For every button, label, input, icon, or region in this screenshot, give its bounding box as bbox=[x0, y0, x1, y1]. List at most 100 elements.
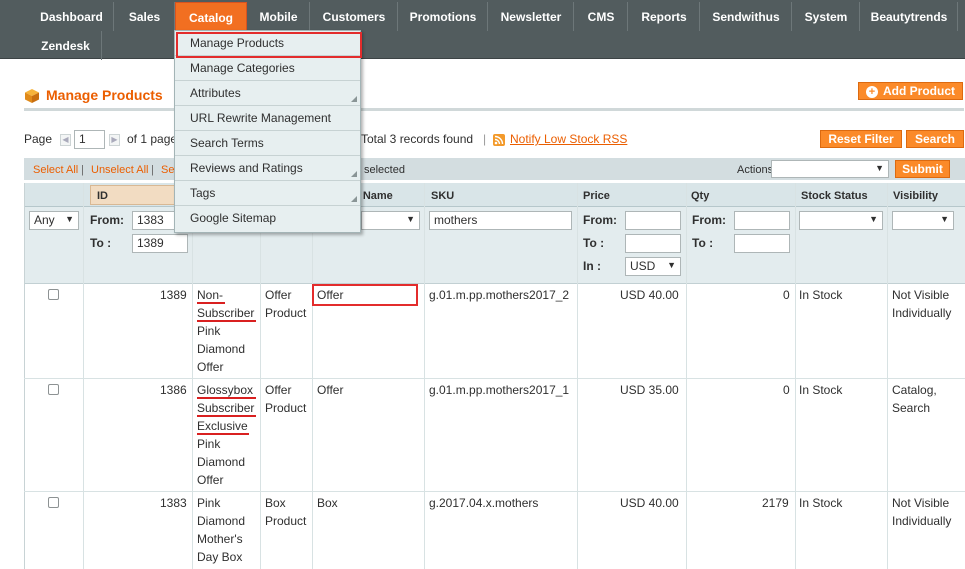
search-button[interactable]: Search bbox=[906, 130, 964, 148]
nav-beautytrends[interactable]: Beautytrends bbox=[861, 2, 958, 31]
price-from-input[interactable] bbox=[625, 211, 681, 230]
qty: 2179 bbox=[762, 496, 789, 510]
qty-from-input[interactable] bbox=[734, 211, 790, 230]
sku: g.2017.04.x.mothers bbox=[429, 496, 539, 510]
qty: 0 bbox=[783, 288, 790, 302]
select-visible-link[interactable]: Se bbox=[161, 164, 174, 176]
nav-cms[interactable]: CMS bbox=[575, 2, 628, 31]
visibility-line: Individually bbox=[892, 514, 952, 528]
col-visibility[interactable]: Visibility bbox=[893, 190, 938, 202]
id-to-input[interactable]: 1389 bbox=[132, 234, 188, 253]
unselect-all-link[interactable]: Unselect All bbox=[91, 164, 148, 176]
red-underline bbox=[197, 433, 249, 435]
nav-reports[interactable]: Reports bbox=[629, 2, 700, 31]
visibility-filter-select[interactable]: ▼ bbox=[892, 211, 954, 230]
nav-zendesk[interactable]: Zendesk bbox=[30, 31, 102, 60]
price-from-label: From: bbox=[583, 213, 617, 227]
id-to-label: To : bbox=[90, 236, 112, 250]
nav-system[interactable]: System bbox=[793, 2, 860, 31]
add-product-button[interactable]: + Add Product bbox=[858, 82, 963, 100]
highlight-box bbox=[312, 284, 418, 306]
actions-select[interactable]: ▼ bbox=[771, 160, 889, 178]
nav-catalog[interactable]: Catalog bbox=[175, 2, 247, 31]
submenu-arrow-icon bbox=[351, 96, 357, 102]
menu-tags[interactable]: Tags bbox=[175, 181, 360, 206]
nav-customers[interactable]: Customers bbox=[311, 2, 398, 31]
stock-status: In Stock bbox=[799, 288, 843, 302]
product-name-line: Diamond bbox=[197, 342, 246, 356]
col-divider bbox=[795, 183, 796, 569]
product-type-line: Product bbox=[265, 401, 307, 415]
total-records-text: Total 3 records found bbox=[361, 132, 474, 146]
stock-status-filter-select[interactable]: ▼ bbox=[799, 211, 883, 230]
col-divider bbox=[260, 183, 261, 569]
grid-left-border bbox=[24, 183, 25, 569]
page-input[interactable]: 1 bbox=[74, 130, 105, 149]
nav-mobile[interactable]: Mobile bbox=[248, 2, 310, 31]
actions-label: Actions bbox=[737, 164, 774, 176]
submit-button[interactable]: Submit bbox=[895, 160, 950, 178]
nav-sendwithus[interactable]: Sendwithus bbox=[701, 2, 792, 31]
menu-label: Search Terms bbox=[190, 136, 264, 150]
mass-sep-1: | bbox=[81, 164, 84, 176]
menu-manage-categories[interactable]: Manage Categories bbox=[175, 56, 360, 81]
row-id: 1383 bbox=[160, 496, 187, 510]
menu-search-terms[interactable]: Search Terms bbox=[175, 131, 360, 156]
nav-dashboard[interactable]: Dashboard bbox=[30, 2, 114, 31]
catalog-dropdown-menu: Manage Products Manage Categories Attrib… bbox=[174, 30, 361, 233]
menu-label: Google Sitemap bbox=[190, 211, 277, 225]
mass-sep-2: | bbox=[151, 164, 154, 176]
pager-separator: | bbox=[483, 132, 487, 146]
menu-google-sitemap[interactable]: Google Sitemap bbox=[175, 206, 360, 231]
price: USD 40.00 bbox=[620, 496, 679, 510]
prev-page-icon[interactable]: ◀ bbox=[60, 134, 71, 146]
col-id[interactable]: ID bbox=[97, 190, 108, 202]
row-id: 1389 bbox=[160, 288, 187, 302]
col-sku[interactable]: SKU bbox=[431, 190, 454, 202]
add-product-label: Add Product bbox=[883, 84, 955, 98]
row-checkbox[interactable] bbox=[48, 289, 59, 300]
massaction-filter-select[interactable]: Any ▼ bbox=[29, 211, 79, 230]
col-qty[interactable]: Qty bbox=[691, 190, 709, 202]
product-name-line: Pink bbox=[197, 324, 221, 338]
col-price[interactable]: Price bbox=[583, 190, 610, 202]
chevron-down-icon: ▼ bbox=[940, 214, 949, 224]
red-underline bbox=[197, 320, 256, 322]
menu-attributes[interactable]: Attributes bbox=[175, 81, 360, 106]
nav-promotions[interactable]: Promotions bbox=[399, 2, 488, 31]
col-divider bbox=[577, 183, 578, 569]
qty-to-input[interactable] bbox=[734, 234, 790, 253]
chevron-down-icon: ▼ bbox=[406, 214, 415, 224]
submenu-arrow-icon bbox=[351, 196, 357, 202]
select-all-link[interactable]: Select All bbox=[33, 164, 78, 176]
product-name-line: Pink bbox=[197, 496, 221, 510]
price-to-input[interactable] bbox=[625, 234, 681, 253]
row-id: 1386 bbox=[160, 383, 187, 397]
next-page-icon[interactable]: ▶ bbox=[109, 134, 120, 146]
nav-sales[interactable]: Sales bbox=[115, 2, 175, 31]
attribute-set-filter-select[interactable]: ▼ bbox=[361, 211, 420, 230]
product-type-line: Offer bbox=[265, 383, 292, 397]
row-checkbox[interactable] bbox=[48, 384, 59, 395]
row-checkbox[interactable] bbox=[48, 497, 59, 508]
menu-url-rewrite[interactable]: URL Rewrite Management bbox=[175, 106, 360, 131]
rss-link[interactable]: Notify Low Stock RSS bbox=[510, 132, 627, 146]
visibility-line: Search bbox=[892, 401, 931, 415]
menu-reviews-ratings[interactable]: Reviews and Ratings bbox=[175, 156, 360, 181]
col-divider bbox=[192, 183, 193, 569]
sku: g.01.m.pp.mothers2017_2 bbox=[429, 288, 570, 302]
reset-filter-button[interactable]: Reset Filter bbox=[820, 130, 902, 148]
col-stock-status[interactable]: Stock Status bbox=[801, 190, 868, 202]
product-name-line: Day Box bbox=[197, 550, 243, 564]
id-from-label: From: bbox=[90, 213, 124, 227]
currency-value: USD bbox=[630, 259, 656, 273]
attribute-set: Box bbox=[317, 496, 338, 510]
row-divider bbox=[24, 491, 965, 492]
qty-to-label: To : bbox=[692, 236, 714, 250]
sku-filter-input[interactable]: mothers bbox=[429, 211, 572, 230]
box-icon bbox=[25, 89, 39, 103]
visibility-line: Not Visible bbox=[892, 496, 950, 510]
col-divider bbox=[312, 183, 313, 569]
currency-select[interactable]: USD ▼ bbox=[625, 257, 681, 276]
nav-newsletter[interactable]: Newsletter bbox=[489, 2, 574, 31]
